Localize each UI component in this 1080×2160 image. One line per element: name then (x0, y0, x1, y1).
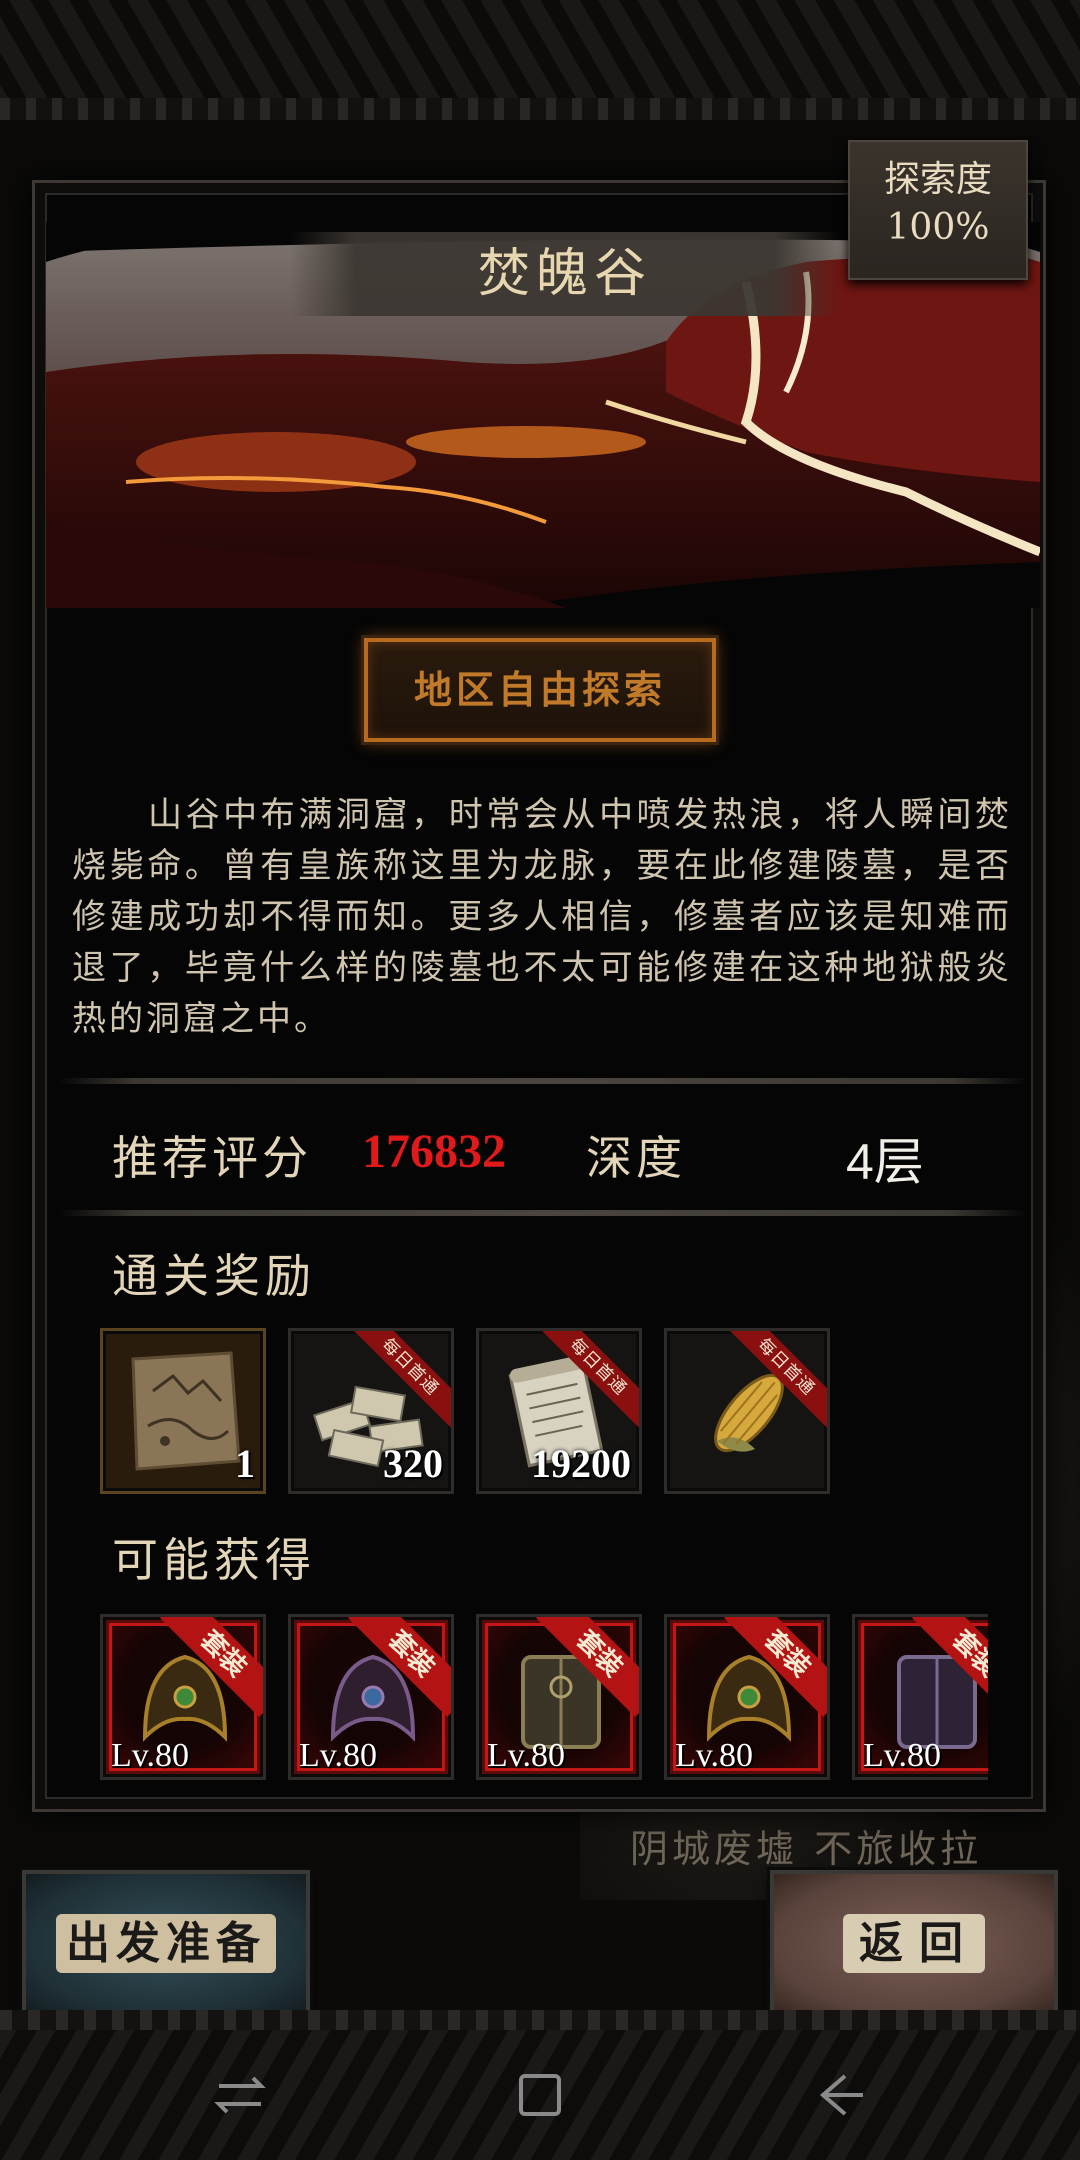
reward-slot-map[interactable]: 1 (100, 1328, 266, 1494)
depth-value: 4层 (846, 1134, 924, 1190)
reward-qty: 19200 (531, 1441, 631, 1486)
item-level: Lv.80 (487, 1737, 566, 1774)
item-level: Lv.80 (111, 1737, 190, 1774)
possible-drops-list[interactable]: 套装 Lv.80 套装 Lv.80 套装 Lv.80 套装 Lv.80 套装 L… (100, 1610, 988, 1786)
region-description: 山谷中布满洞窟，时常会从中喷发热浪，将人瞬间焚烧毙命。曾有皇族称这里为龙脉，要在… (72, 795, 1012, 1039)
recommended-score-value: 176832 (362, 1125, 506, 1178)
top-decorative-border (0, 0, 1080, 120)
recent-apps-button[interactable] (205, 2060, 275, 2130)
region-title: 焚魄谷 (290, 232, 840, 316)
depart-prepare-label: 出发准备 (56, 1914, 276, 1973)
divider-bottom (58, 1210, 1028, 1216)
corn-icon (714, 1373, 784, 1453)
depth-label: 深度 (586, 1131, 686, 1185)
drop-slot[interactable]: 套装 Lv.80 (664, 1614, 830, 1780)
back-arrow-icon (819, 2074, 863, 2116)
item-level: Lv.80 (863, 1737, 942, 1774)
free-explore-button[interactable]: 地区自由探索 (364, 638, 716, 742)
drop-slot[interactable]: 套装 Lv.80 (288, 1614, 454, 1780)
stats-row: 推荐评分 176832 深度 4层 (0, 1118, 1080, 1190)
reward-qty: 1 (235, 1441, 255, 1486)
background-map-label: 阴城废墟 不旅收拉 (630, 1827, 983, 1871)
switch-arrows-icon (214, 2076, 266, 2114)
item-level: Lv.80 (675, 1737, 754, 1774)
clear-rewards-title: 通关奖励 (112, 1249, 316, 1303)
exploration-degree-tag: 探索度 100% (848, 140, 1028, 280)
drop-slot[interactable]: 套装 Lv.80 (476, 1614, 642, 1780)
reward-qty: 320 (383, 1441, 443, 1486)
depart-prepare-button[interactable]: 出发准备 (22, 1870, 310, 2018)
exploration-value: 100% (886, 207, 990, 248)
system-nav-bar (0, 2030, 1080, 2160)
exploration-label: 探索度 (883, 159, 992, 200)
reward-slot-scroll[interactable]: 每日首通 19200 (476, 1328, 642, 1494)
drop-slot[interactable]: 套装 Lv.80 (100, 1614, 266, 1780)
recommended-score-label: 推荐评分 (112, 1131, 312, 1185)
reward-slot-corn[interactable]: 每日首通 (664, 1328, 830, 1494)
reward-slot-banknotes[interactable]: 每日首通 320 (288, 1328, 454, 1494)
home-button[interactable] (505, 2060, 575, 2130)
back-nav-button[interactable] (805, 2060, 875, 2130)
back-button[interactable]: 返回 (770, 1870, 1058, 2018)
possible-drops-title: 可能获得 (112, 1533, 316, 1587)
item-level: Lv.80 (299, 1737, 378, 1774)
back-label: 返回 (843, 1914, 985, 1973)
home-square-icon (519, 2074, 561, 2116)
drop-slot[interactable]: 套装 Lv.80 (852, 1614, 988, 1780)
divider-top (58, 1078, 1028, 1084)
